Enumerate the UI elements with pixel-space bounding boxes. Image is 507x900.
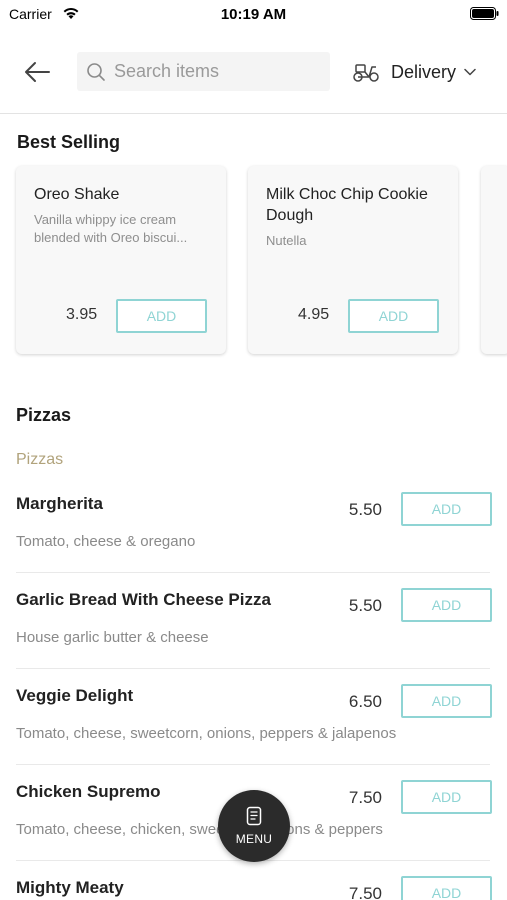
best-selling-card[interactable]: Milk Choc Chip Cookie Dough Nutella 4.95…: [248, 166, 458, 354]
menu-button[interactable]: MENU: [218, 790, 290, 862]
battery-icon: [470, 7, 499, 20]
card-item-price: 4.95: [298, 306, 330, 323]
menu-item-name[interactable]: Garlic Bread With Cheese Pizza: [16, 590, 271, 610]
menu-item-price: 7.50: [348, 788, 382, 807]
delivery-selector[interactable]: Delivery: [352, 60, 476, 84]
add-button[interactable]: ADD: [401, 780, 492, 814]
card-item-description: Nutella: [266, 233, 307, 248]
status-time: 10:19 AM: [220, 6, 287, 23]
menu-item-description: Tomato, cheese, sweetcorn, onions, peppe…: [16, 725, 397, 742]
add-button[interactable]: ADD: [401, 492, 492, 526]
divider: [16, 572, 490, 573]
search-box[interactable]: [77, 52, 330, 91]
card-item-name: Milk Choc Chip Cookie Dough: [266, 186, 428, 224]
menu-item-price: 5.50: [348, 596, 382, 615]
pizzas-section-title: Pizzas: [16, 405, 72, 425]
pizzas-subcategory-label: Pizzas: [16, 451, 64, 468]
add-button[interactable]: ADD: [401, 876, 492, 900]
menu-item-description: House garlic butter & cheese: [16, 629, 209, 646]
divider: [16, 764, 490, 765]
add-button[interactable]: ADD: [348, 299, 439, 333]
best-selling-title: Best Selling: [17, 132, 121, 152]
menu-item-description: Tomato, cheese & oregano: [16, 533, 196, 550]
menu-button-label: MENU: [235, 832, 273, 846]
card-item-price: 3.95: [66, 306, 98, 323]
card-item-description: Vanilla whippy ice cream blended with Or…: [34, 212, 188, 245]
menu-item-name[interactable]: Mighty Meaty: [16, 878, 124, 898]
delivery-label: Delivery: [391, 61, 457, 82]
scooter-icon: [353, 64, 379, 82]
search-input[interactable]: [114, 61, 314, 82]
status-bar: Carrier 10:19 AM: [0, 0, 507, 28]
top-nav-bar: Delivery: [0, 30, 507, 114]
add-button[interactable]: ADD: [401, 684, 492, 718]
divider: [16, 668, 490, 669]
best-selling-card[interactable]: Oreo Shake Vanilla whippy ice cream blen…: [16, 166, 226, 354]
menu-item-price: 7.50: [348, 884, 382, 900]
menu-item-price: 5.50: [348, 500, 382, 519]
search-icon: [87, 62, 105, 81]
back-button[interactable]: [20, 57, 54, 87]
best-selling-card-partial[interactable]: [481, 166, 507, 354]
back-arrow-icon: [25, 62, 50, 82]
add-button[interactable]: ADD: [116, 299, 207, 333]
menu-icon: [246, 806, 262, 826]
menu-item-name[interactable]: Margherita: [16, 494, 103, 514]
menu-item-name[interactable]: Veggie Delight: [16, 686, 133, 706]
add-button[interactable]: ADD: [401, 588, 492, 622]
menu-item-description: Tomato, cheese, chicken, sweetcorn, onio…: [16, 821, 383, 838]
chevron-down-icon: [464, 68, 476, 76]
menu-item-name[interactable]: Chicken Supremo: [16, 782, 161, 802]
menu-item-price: 6.50: [348, 692, 382, 711]
card-item-name: Oreo Shake: [34, 186, 120, 203]
